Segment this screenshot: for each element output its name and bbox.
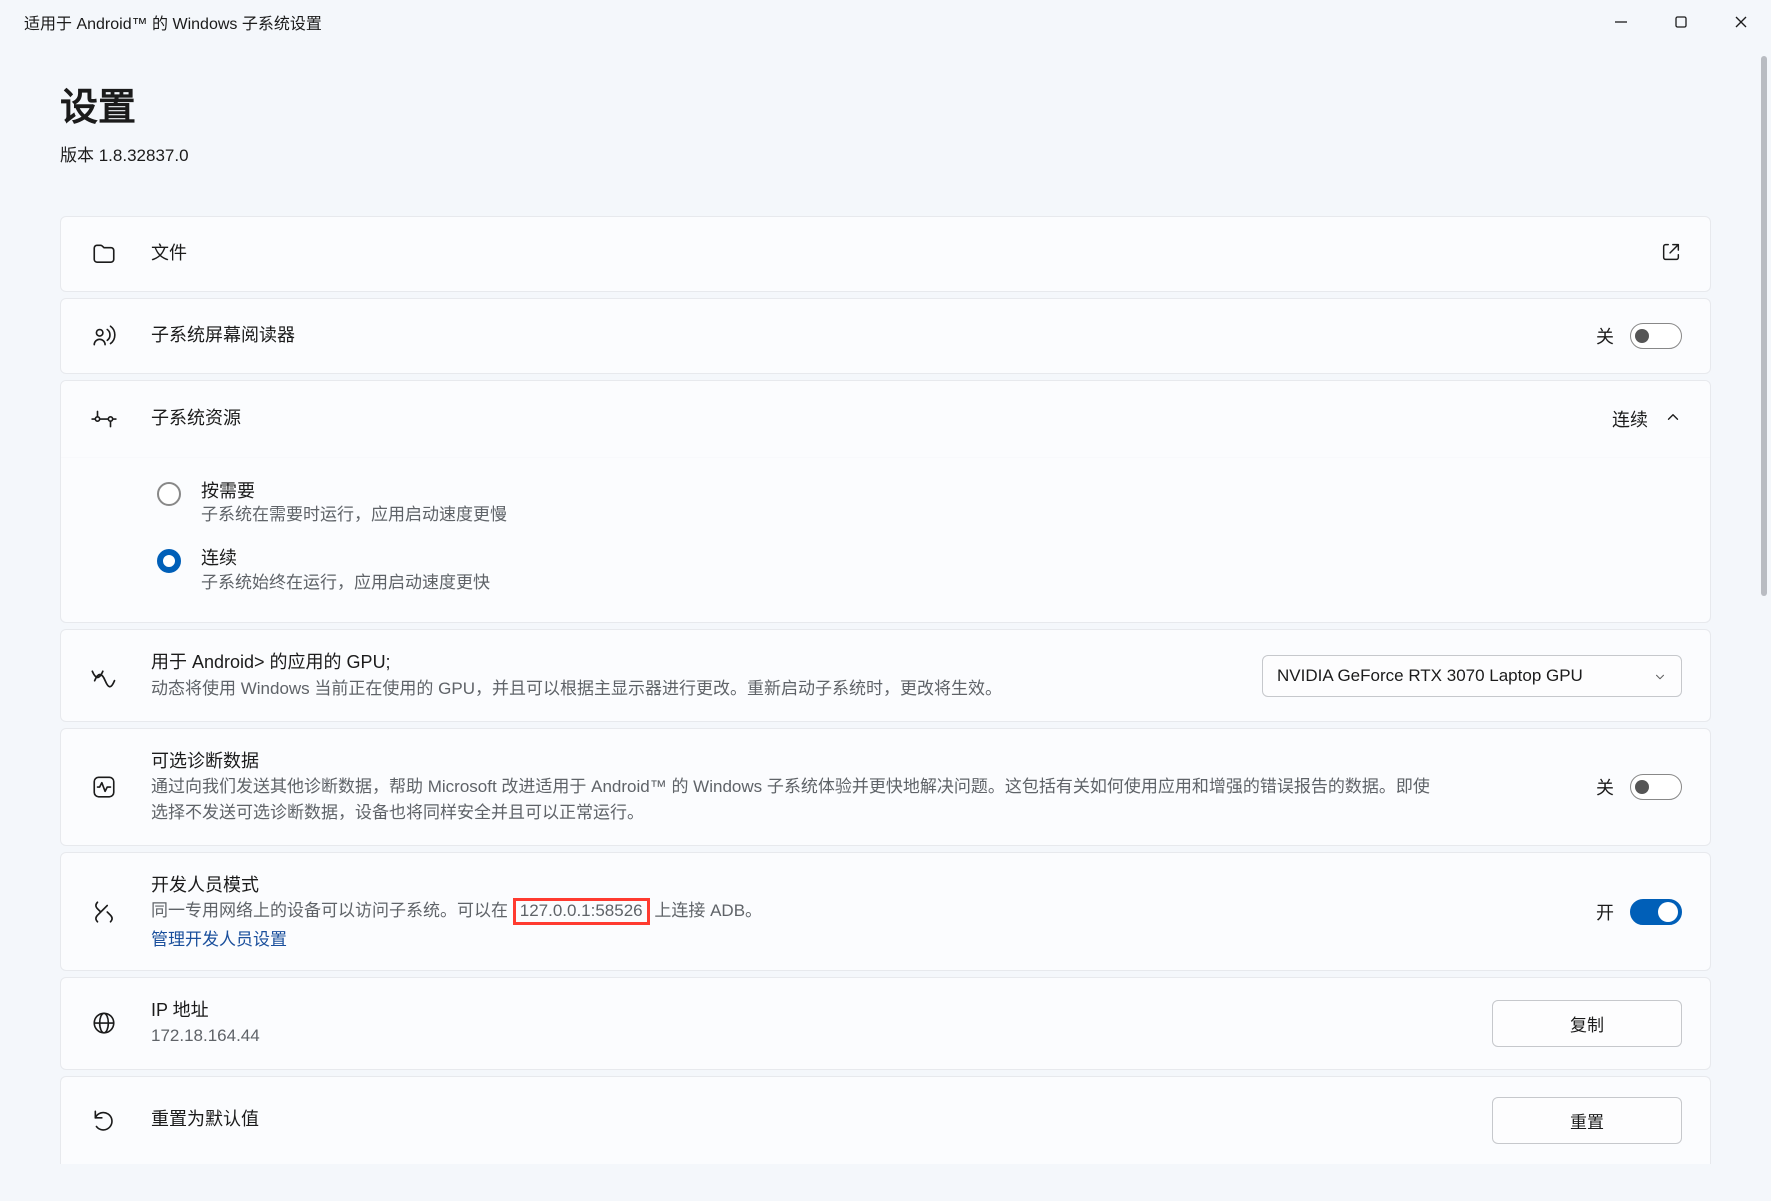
diagnostics-state: 关 [1596, 774, 1614, 800]
screen-reader-title: 子系统屏幕阅读器 [151, 323, 1596, 348]
diagnostics-card: 可选诊断数据 通过向我们发送其他诊断数据，帮助 Microsoft 改进适用于 … [60, 728, 1711, 846]
ip-address-card: IP 地址 172.18.164.44 复制 [60, 977, 1711, 1070]
dev-desc-before: 同一专用网络上的设备可以访问子系统。可以在 [151, 901, 513, 920]
diagnostics-desc: 通过向我们发送其他诊断数据，帮助 Microsoft 改进适用于 Android… [151, 774, 1431, 825]
resources-title: 子系统资源 [151, 406, 1612, 431]
screen-reader-card: 子系统屏幕阅读器 关 [60, 298, 1711, 374]
chevron-up-icon [1664, 408, 1682, 431]
window-controls [1591, 0, 1771, 44]
ip-value: 172.18.164.44 [151, 1023, 1431, 1049]
option-desc: 子系统在需要时运行，应用启动速度更慢 [201, 503, 507, 527]
dev-desc-after: 上连接 ADB。 [650, 901, 762, 920]
gpu-selected-value: NVIDIA GeForce RTX 3070 Laptop GPU [1277, 666, 1583, 686]
resources-option-continuous[interactable]: 连续 子系统始终在运行，应用启动速度更快 [89, 537, 1682, 604]
files-title: 文件 [151, 241, 1660, 266]
developer-mode-state: 开 [1596, 899, 1614, 925]
gpu-card: 用于 Android> 的应用的 GPU; 动态将使用 Windows 当前正在… [60, 629, 1711, 722]
chevron-down-icon [1653, 669, 1667, 683]
developer-icon [89, 897, 119, 927]
files-card[interactable]: 文件 [60, 216, 1711, 292]
gpu-desc: 动态将使用 Windows 当前正在使用的 GPU，并且可以根据主显示器进行更改… [151, 676, 1262, 702]
reset-card: 重置为默认值 重置 [60, 1076, 1711, 1164]
reset-icon [89, 1105, 119, 1135]
maximize-button[interactable] [1651, 0, 1711, 44]
gpu-select[interactable]: NVIDIA GeForce RTX 3070 Laptop GPU [1262, 655, 1682, 697]
copy-button[interactable]: 复制 [1492, 1000, 1682, 1047]
developer-mode-toggle[interactable] [1630, 899, 1682, 925]
radio-selected-icon [157, 549, 181, 573]
resources-icon [89, 404, 119, 434]
ip-title: IP 地址 [151, 998, 1492, 1023]
adb-address-highlight: 127.0.0.1:58526 [513, 898, 650, 924]
screen-reader-toggle[interactable] [1630, 323, 1682, 349]
gpu-icon [89, 661, 119, 691]
resources-card[interactable]: 子系统资源 连续 [61, 381, 1710, 457]
network-icon [89, 1008, 119, 1038]
reset-title: 重置为默认值 [151, 1107, 1492, 1132]
diagnostics-toggle[interactable] [1630, 774, 1682, 800]
diagnostics-title: 可选诊断数据 [151, 749, 1596, 774]
manage-dev-settings-link[interactable]: 管理开发人员设置 [151, 925, 1596, 950]
reset-button[interactable]: 重置 [1492, 1097, 1682, 1144]
scrollbar[interactable] [1761, 56, 1767, 596]
page-title: 设置 [60, 76, 1711, 131]
window-title: 适用于 Android™ 的 Windows 子系统设置 [24, 10, 1591, 34]
version-text: 版本 1.8.32837.0 [60, 141, 1711, 166]
resources-options: 按需要 子系统在需要时运行，应用启动速度更慢 连续 子系统始终在运行，应用启动速… [61, 457, 1710, 622]
radio-unselected-icon [157, 482, 181, 506]
screen-reader-icon [89, 321, 119, 351]
gpu-title: 用于 Android> 的应用的 GPU; [151, 650, 1262, 675]
option-desc: 子系统始终在运行，应用启动速度更快 [201, 571, 490, 595]
title-bar: 适用于 Android™ 的 Windows 子系统设置 [0, 0, 1771, 44]
screen-reader-state: 关 [1596, 323, 1614, 349]
minimize-button[interactable] [1591, 0, 1651, 44]
option-title: 按需要 [201, 480, 507, 503]
developer-mode-title: 开发人员模式 [151, 873, 1596, 898]
resources-option-ondemand[interactable]: 按需要 子系统在需要时运行，应用启动速度更慢 [89, 470, 1682, 537]
content: 设置 版本 1.8.32837.0 文件 子系统屏幕阅读器 关 [0, 44, 1771, 1164]
option-title: 连续 [201, 547, 490, 570]
developer-mode-card: 开发人员模式 同一专用网络上的设备可以访问子系统。可以在 127.0.0.1:5… [60, 852, 1711, 971]
folder-icon [89, 239, 119, 269]
open-external-icon[interactable] [1660, 241, 1682, 268]
close-button[interactable] [1711, 0, 1771, 44]
developer-mode-desc: 同一专用网络上的设备可以访问子系统。可以在 127.0.0.1:58526 上连… [151, 898, 1431, 924]
resources-state: 连续 [1612, 406, 1648, 432]
diagnostics-icon [89, 772, 119, 802]
